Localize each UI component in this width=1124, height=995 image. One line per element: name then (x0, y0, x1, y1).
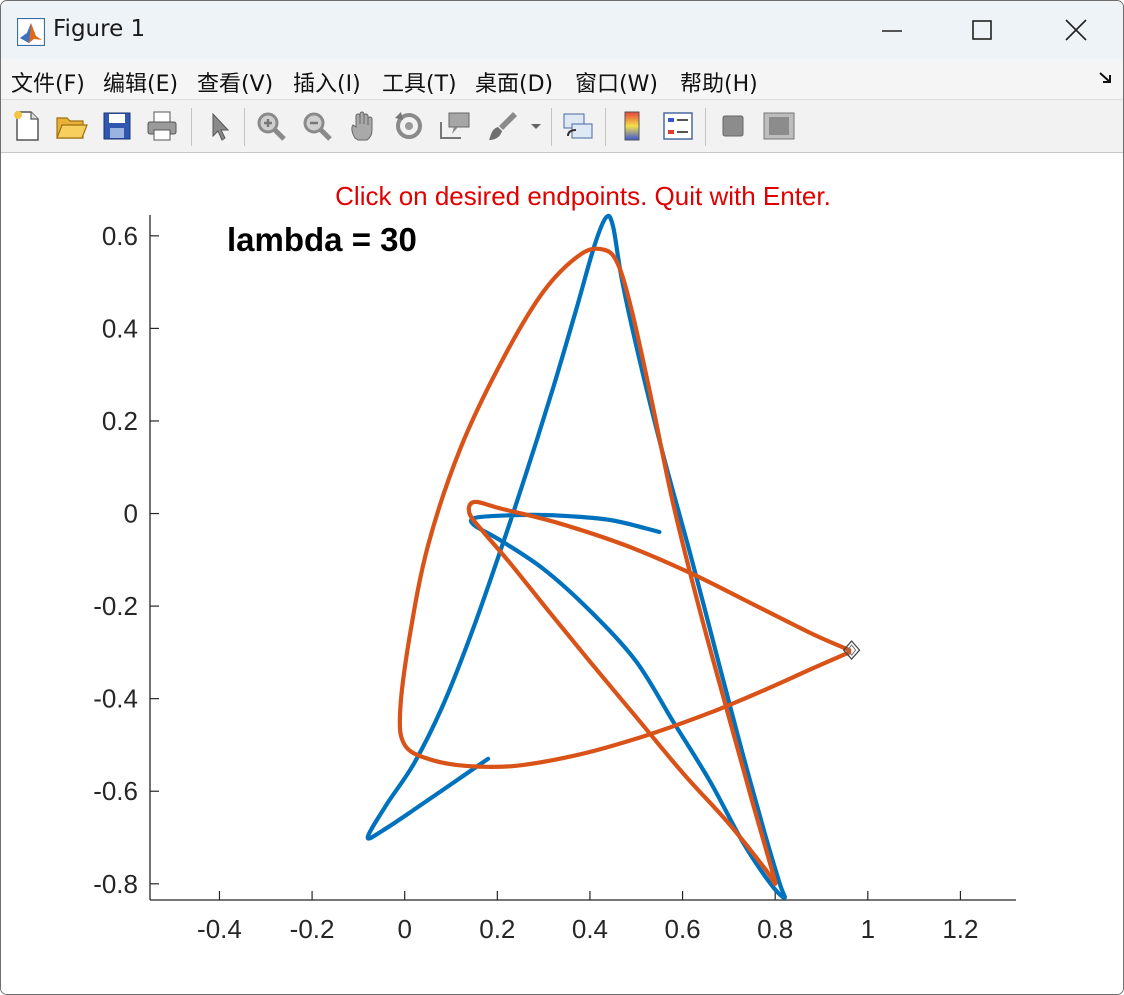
close-button[interactable] (1053, 7, 1099, 53)
x-tick-label: 0.6 (664, 914, 700, 944)
menu-insert[interactable]: 插入(I) (293, 66, 361, 98)
figure-canvas[interactable]: Click on desired endpoints. Quit with En… (1, 153, 1123, 994)
figure-toolbar (1, 100, 1123, 153)
x-tick-label: 0 (397, 914, 411, 944)
new-file-icon[interactable] (9, 108, 45, 144)
window-title: Figure 1 (53, 16, 146, 42)
lambda-annotation: lambda = 30 (227, 221, 417, 258)
zoom-in-icon[interactable] (253, 108, 289, 144)
y-tick-label: 0.2 (102, 406, 138, 436)
plot-area[interactable]: Click on desired endpoints. Quit with En… (1, 153, 1123, 994)
zoom-out-icon[interactable] (299, 108, 335, 144)
minimize-button[interactable] (869, 7, 915, 53)
x-tick-label: 0.4 (572, 914, 608, 944)
data-cursor-icon[interactable] (437, 108, 473, 144)
link-plot-icon[interactable] (560, 108, 596, 144)
rotate-icon[interactable] (391, 108, 427, 144)
orange-trajectory-line (397, 246, 852, 886)
close-icon (1065, 19, 1087, 41)
menu-edit[interactable]: 编辑(E) (103, 66, 178, 98)
x-tick-label: -0.4 (197, 914, 242, 944)
pan-hand-icon[interactable] (345, 108, 381, 144)
y-tick-label: -0.2 (93, 591, 138, 621)
colorbar-icon[interactable] (614, 108, 650, 144)
maximize-button[interactable] (959, 7, 1005, 53)
matlab-logo-icon (16, 17, 46, 47)
x-tick-label: 0.8 (757, 914, 793, 944)
y-tick-label: 0.6 (102, 221, 138, 251)
brush-dropdown-icon[interactable] (527, 108, 545, 144)
toolbar-separator (551, 108, 552, 146)
pointer-icon[interactable] (201, 108, 237, 144)
menu-file[interactable]: 文件(F) (11, 66, 85, 98)
brush-icon[interactable] (485, 108, 521, 144)
x-tick-label: -0.2 (290, 914, 335, 944)
y-tick-label: 0.4 (102, 313, 138, 343)
x-tick-label: 1 (861, 914, 875, 944)
print-icon[interactable] (144, 108, 180, 144)
menu-desktop[interactable]: 桌面(D) (475, 66, 553, 98)
menu-window[interactable]: 窗口(W) (575, 66, 658, 98)
blue-trajectory-line (365, 213, 787, 900)
legend-icon[interactable] (660, 108, 696, 144)
menu-bar: 文件(F) 编辑(E) 查看(V) 插入(I) 工具(T) 桌面(D) 窗口(W… (1, 59, 1123, 100)
hide-plot-tools-icon[interactable] (715, 108, 751, 144)
y-tick-label: -0.4 (93, 684, 138, 714)
instruction-text: Click on desired endpoints. Quit with En… (335, 181, 831, 211)
open-folder-icon[interactable] (53, 108, 89, 144)
save-icon[interactable] (99, 108, 135, 144)
toolbar-separator (705, 108, 706, 146)
menu-tools[interactable]: 工具(T) (382, 66, 457, 98)
x-tick-label: 1.2 (942, 914, 978, 944)
toolbar-separator (191, 108, 192, 146)
menu-help[interactable]: 帮助(H) (680, 66, 758, 98)
maximize-icon (972, 20, 992, 40)
toolbar-separator (244, 108, 245, 146)
dock-arrow-icon[interactable] (1097, 69, 1115, 91)
title-bar: Figure 1 (1, 1, 1123, 59)
show-plot-tools-icon[interactable] (761, 108, 797, 144)
minimize-icon (882, 30, 902, 32)
x-tick-label: 0.2 (479, 914, 515, 944)
toolbar-separator (605, 108, 606, 146)
y-tick-label: -0.8 (93, 869, 138, 899)
y-tick-label: 0 (124, 499, 138, 529)
menu-view[interactable]: 查看(V) (197, 66, 273, 98)
figure-window: Figure 1 文件(F) 编辑(E) 查看(V) 插入(I) 工具(T) 桌… (0, 0, 1124, 995)
y-tick-label: -0.6 (93, 776, 138, 806)
